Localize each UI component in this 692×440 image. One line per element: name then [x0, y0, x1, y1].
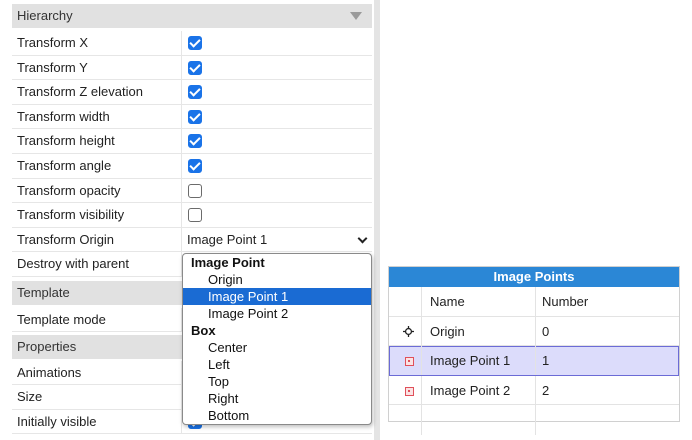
dropdown-option-right[interactable]: Right: [183, 390, 371, 407]
row-transform-visibility: Transform visibility: [12, 203, 372, 228]
row-transform-z: Transform Z elevation: [12, 80, 372, 105]
transform-origin-select[interactable]: Image Point 1: [187, 228, 372, 252]
select-value: Image Point 1: [187, 231, 268, 247]
row-label: Animations: [12, 360, 182, 385]
table-row[interactable]: Image Point 2 2: [389, 375, 679, 405]
row-label: Initially visible: [12, 409, 182, 434]
row-label: Transform Y: [12, 55, 182, 80]
transform-opacity-checkbox[interactable]: [188, 183, 202, 198]
row-label: Transform Origin: [12, 227, 182, 252]
dropdown-option-top[interactable]: Top: [183, 373, 371, 390]
row-label: Transform visibility: [12, 203, 182, 227]
column-header-number[interactable]: Number: [542, 287, 588, 316]
row-transform-width: Transform width: [12, 104, 372, 130]
transform-height-checkbox[interactable]: [188, 134, 202, 149]
table-row-empty: [389, 405, 679, 435]
row-label: Transform width: [12, 104, 182, 129]
row-label: Destroy with parent: [12, 252, 182, 276]
row-label: Transform angle: [12, 154, 182, 178]
dropdown-option-image-point-2[interactable]: Image Point 2: [183, 305, 371, 322]
row-label: Transform X: [12, 31, 182, 55]
dropdown-group-label: Box: [191, 323, 216, 338]
row-label: Transform Z elevation: [12, 80, 182, 104]
row-label: Size: [12, 385, 182, 409]
row-label: Transform opacity: [12, 178, 182, 203]
row-number: 1: [542, 353, 550, 368]
row-transform-y: Transform Y: [12, 55, 372, 81]
row-label: Template mode: [12, 307, 182, 332]
dropdown-option-image-point-1[interactable]: Image Point 1: [183, 288, 371, 305]
panel-splitter[interactable]: [374, 0, 380, 440]
image-points-title: Image Points: [389, 267, 679, 287]
left-gutter: [0, 0, 10, 440]
table-row[interactable]: Origin 0: [389, 316, 679, 346]
image-point-icon: [405, 357, 414, 366]
row-name: Origin: [430, 323, 465, 339]
collapse-triangle-icon[interactable]: [350, 12, 362, 20]
origin-crosshair-icon: [403, 325, 414, 337]
section-properties-label: Properties: [17, 339, 77, 354]
transform-angle-checkbox[interactable]: [188, 159, 202, 173]
row-transform-angle: Transform angle: [12, 154, 372, 179]
column-header-name[interactable]: Name: [430, 287, 465, 316]
row-transform-height: Transform height: [12, 129, 372, 154]
dropdown-option-bottom[interactable]: Bottom: [183, 407, 371, 424]
row-number: 0: [542, 323, 550, 339]
row-number: 2: [542, 382, 550, 398]
transform-z-checkbox[interactable]: [188, 85, 202, 100]
row-label: Transform height: [12, 129, 182, 153]
transform-origin-dropdown-list[interactable]: Image Point Origin Image Point 1 Image P…: [182, 253, 372, 425]
section-hierarchy-label: Hierarchy: [17, 8, 73, 23]
table-row[interactable]: Image Point 1 1: [389, 346, 679, 376]
dropdown-option-left[interactable]: Left: [183, 356, 371, 373]
transform-x-checkbox[interactable]: [188, 36, 202, 50]
dropdown-option-center[interactable]: Center: [183, 339, 371, 356]
image-point-icon: [405, 386, 414, 396]
section-hierarchy[interactable]: Hierarchy: [12, 4, 372, 28]
section-template-label: Template: [17, 285, 70, 300]
dropdown-option-origin[interactable]: Origin: [183, 271, 371, 288]
row-transform-origin: Transform Origin Image Point 1: [12, 227, 372, 253]
dropdown-group-label: Image Point: [191, 255, 265, 270]
chevron-down-icon: [357, 233, 368, 244]
transform-y-checkbox[interactable]: [188, 60, 202, 75]
image-points-panel: Image Points Name Number Origin 0 Image …: [388, 266, 680, 435]
row-transform-x: Transform X: [12, 31, 372, 56]
row-name: Image Point 2: [430, 382, 511, 398]
transform-width-checkbox[interactable]: [188, 109, 202, 124]
table-header: Name Number: [389, 287, 679, 317]
transform-visibility-checkbox[interactable]: [188, 208, 202, 223]
row-transform-opacity: Transform opacity: [12, 178, 372, 204]
row-name: Image Point 1: [430, 353, 511, 368]
